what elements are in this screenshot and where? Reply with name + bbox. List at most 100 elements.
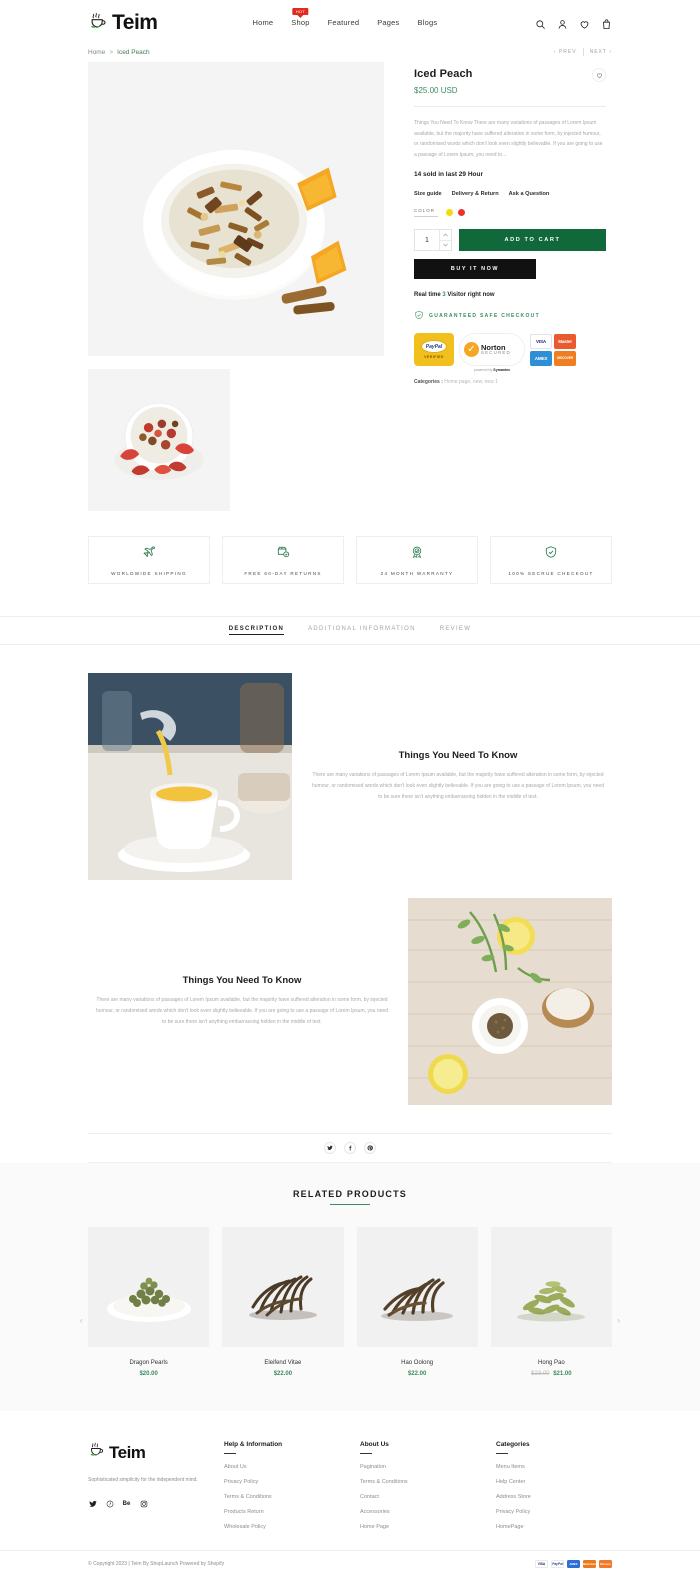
footer-link[interactable]: Pagination [360,1464,476,1470]
related-product-price: $22.00 [222,1371,343,1377]
norton-text: Norton SECURED [481,344,511,356]
description-image-teapot [88,673,292,880]
checkmark-icon: ✓ [464,342,479,357]
product-thumbnail-1[interactable] [88,369,230,511]
footer-link[interactable]: Products Return [224,1509,340,1515]
quantity-value[interactable]: 1 [415,237,439,244]
description-heading: Things You Need To Know [398,750,518,762]
description-block-2: Things You Need To Know There are many v… [88,898,612,1105]
discover-icon: Discover [599,1560,612,1568]
sold-counter: 14 sold in last 29 Hour [414,171,483,178]
behance-icon: Be [122,1500,131,1507]
related-product-name: Hao Oolong [401,1360,434,1366]
footer-link[interactable]: Help Center [496,1479,612,1485]
related-product-card[interactable]: Hong Pao $23.00 $21.00 [490,1227,612,1377]
pinterest-icon[interactable] [105,1499,114,1508]
related-product-image[interactable] [356,1227,478,1347]
related-product-image[interactable] [222,1227,344,1347]
pagination-divider [582,48,584,56]
footer-logo-text: Teim [109,1443,146,1462]
footer-link[interactable]: Terms & Conditions [360,1479,476,1485]
footer-column-categories: Categories Menu Items Help Center Addres… [496,1441,612,1530]
size-guide-link[interactable]: Size guide [414,191,442,197]
breadcrumb-separator: > [109,48,114,56]
copyright-bar: © Copyright 2023 | Teim By ShopLaunch Po… [0,1550,700,1577]
color-swatch-yellow[interactable] [446,209,453,216]
categories-value[interactable]: Home page, new, new 1 [444,379,498,385]
related-product-image[interactable] [88,1227,210,1347]
pinterest-icon[interactable] [364,1142,376,1154]
tab-additional-information[interactable]: ADDITIONAL INFORMATION [308,626,416,635]
account-icon[interactable] [557,17,568,29]
twitter-icon[interactable] [88,1499,97,1508]
color-label: COLOR [414,208,438,217]
facebook-icon[interactable] [344,1142,356,1154]
search-icon[interactable] [535,17,546,29]
return-box-icon [276,545,290,564]
related-product-image[interactable] [490,1227,612,1347]
footer-brand: Teim Sophisticated simplicity for the in… [88,1441,204,1530]
wishlist-icon[interactable] [579,17,590,29]
purchase-row: 1 ADD TO CART [414,229,606,251]
footer-link[interactable]: Privacy Policy [496,1509,612,1515]
footer-column-about: About Us Pagination Terms & Conditions C… [360,1441,476,1530]
footer-link[interactable]: HomePage [496,1524,612,1530]
site-footer: Teim Sophisticated simplicity for the in… [0,1411,700,1550]
footer-link[interactable]: Privacy Policy [224,1479,340,1485]
product-main-image[interactable] [88,62,384,356]
site-logo[interactable]: Teim [88,11,158,33]
carousel-next-button[interactable]: › [617,1316,620,1325]
buy-it-now-button[interactable]: BUY IT NOW [414,259,536,279]
add-to-wishlist-button[interactable] [592,68,606,82]
footer-link[interactable]: Wholesale Policy [224,1524,340,1530]
related-product-name: Dragon Pearls [129,1360,168,1366]
nav-item-blogs[interactable]: Blogs [418,18,438,27]
description-heading: Things You Need To Know [182,975,302,987]
cart-icon[interactable] [601,17,612,29]
product-title: Iced Peach [414,68,473,80]
quantity-stepper[interactable]: 1 [414,229,452,251]
quantity-increase-button[interactable] [440,230,451,240]
related-product-card[interactable]: Dragon Pearls $20.00 [88,1227,210,1377]
related-product-card[interactable]: Hao Oolong $22.00 [356,1227,478,1377]
price-current: $21.00 [553,1371,572,1377]
main-navigation: Home HOT Shop Featured Pages Blogs [252,7,438,27]
footer-column-help: Help & Information About Us Privacy Poli… [224,1441,340,1530]
feature-label: WORLDWIDE SHIPPING [111,570,187,576]
footer-logo[interactable]: Teim [88,1441,204,1465]
instagram-icon[interactable] [139,1499,148,1508]
prev-product-button[interactable]: ‹ PREV [554,49,577,55]
footer-link[interactable]: Terms & Conditions [224,1494,340,1500]
carousel-prev-button[interactable]: ‹ [80,1316,83,1325]
next-product-button[interactable]: NEXT › [590,49,612,55]
footer-link[interactable]: Accessories [360,1509,476,1515]
hot-badge: HOT [292,7,309,15]
norton-secured-badge: ✓ Norton SECURED powered by Symantec [459,333,525,372]
tab-description[interactable]: DESCRIPTION [228,626,285,635]
quantity-decrease-button[interactable] [440,239,451,251]
nav-item-featured[interactable]: Featured [328,18,360,27]
related-product-card[interactable]: Eleifend Vitae $22.00 [222,1227,344,1377]
price-original: $23.00 [531,1371,550,1377]
nav-item-home[interactable]: Home [252,18,273,27]
nav-item-shop[interactable]: HOT Shop [291,7,309,27]
footer-link[interactable]: Menu Items [496,1464,612,1470]
copyright-text: © Copyright 2023 | Teim By ShopLaunch Po… [88,1561,225,1567]
breadcrumb-home[interactable]: Home [88,49,105,56]
footer-link[interactable]: About Us [224,1464,340,1470]
color-swatch-red[interactable] [458,209,465,216]
footer-link[interactable]: Contact [360,1494,476,1500]
delivery-return-link[interactable]: Delivery & Return [452,191,499,197]
tab-review[interactable]: REVIEW [440,626,471,635]
footer-link[interactable]: Address Store [496,1494,612,1500]
feature-label: 100% SECRUE CHECKOUT [508,570,594,576]
visa-icon: VISA [535,1560,548,1568]
twitter-icon[interactable] [324,1142,336,1154]
add-to-cart-button[interactable]: ADD TO CART [459,229,606,251]
ask-question-link[interactable]: Ask a Question [509,191,550,197]
footer-link[interactable]: Home Page [360,1524,476,1530]
footer-payment-icons: VISA PayPal AMEX MasterCard Discover [535,1560,612,1568]
nav-item-pages[interactable]: Pages [377,18,399,27]
footer-column-heading: Help & Information [224,1441,340,1455]
live-visitor-counter: Real time 3 Visitor right now [414,292,606,298]
